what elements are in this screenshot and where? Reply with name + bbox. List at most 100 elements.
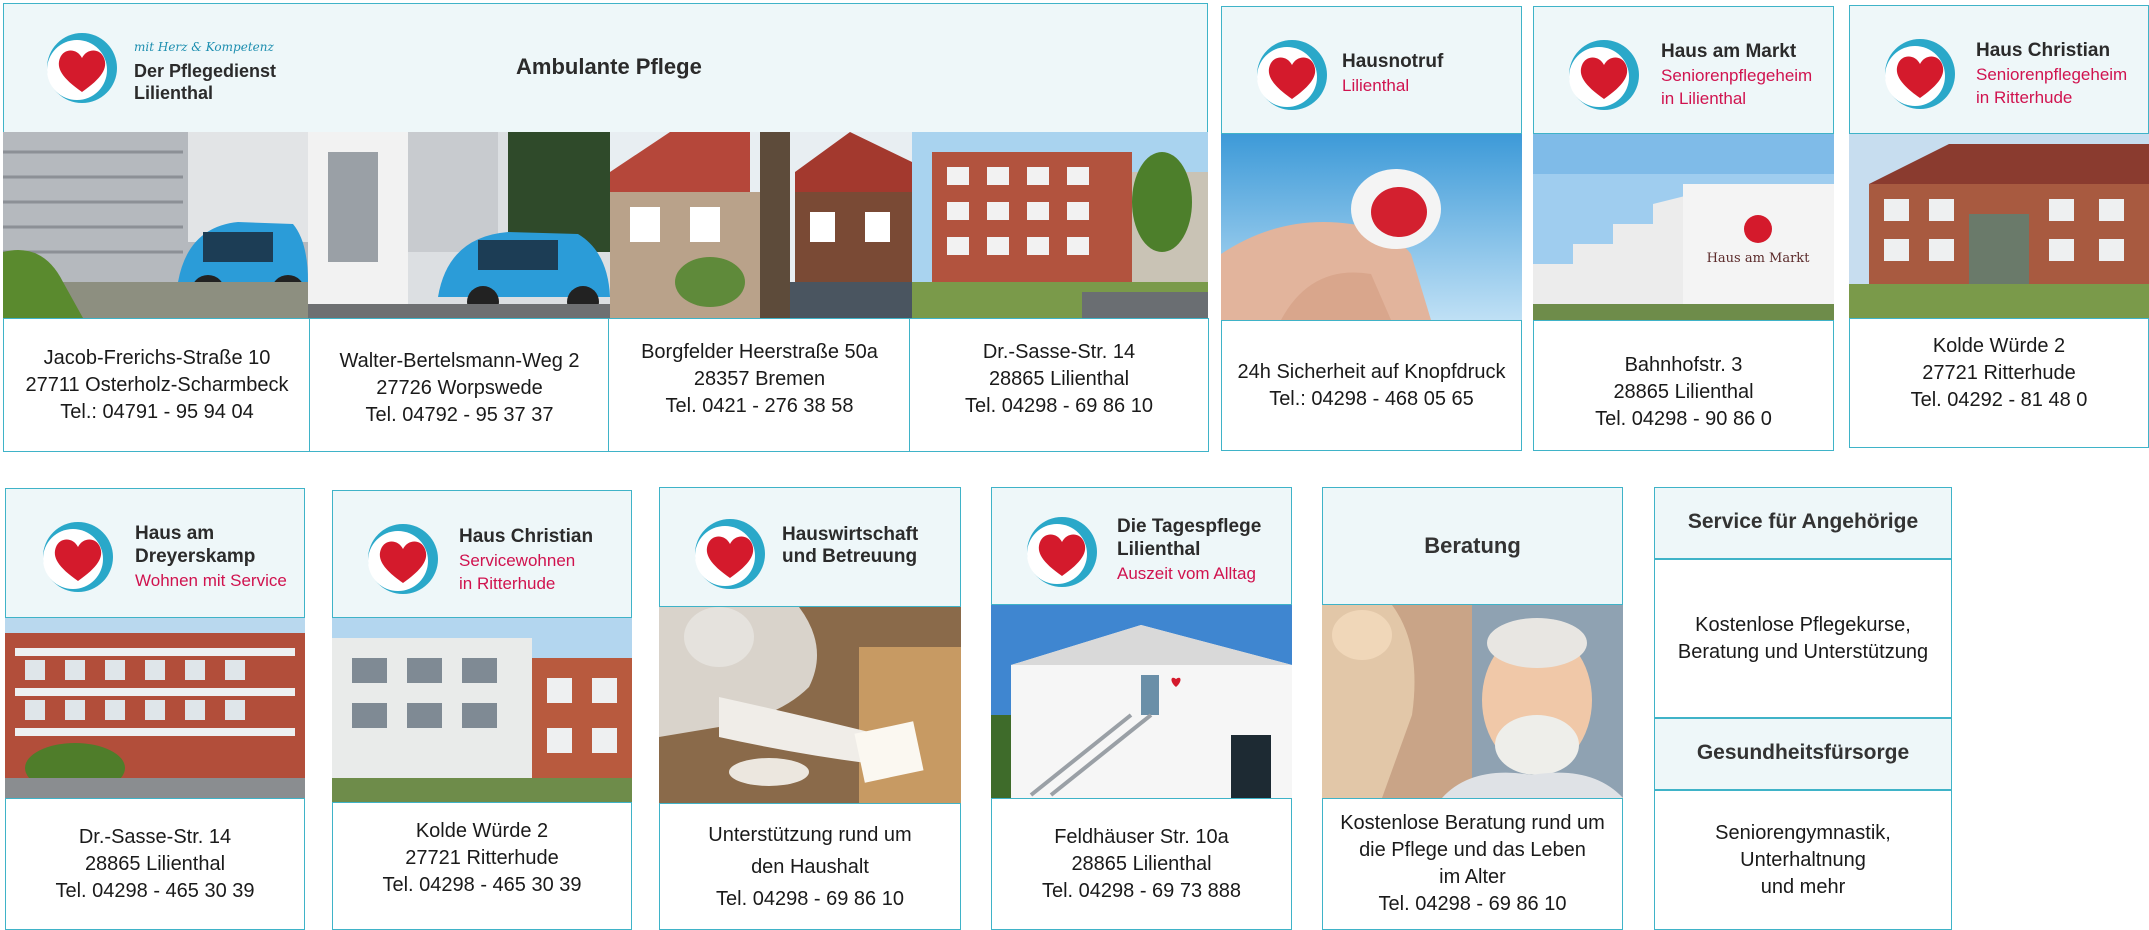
address-street: Kolde Würde 2 [1932, 334, 2066, 357]
heart-logo-icon [695, 519, 765, 589]
info-line: Beratung und Unterstützung [1677, 640, 1929, 663]
photo-dreyerskamp [5, 618, 305, 798]
address-street: Feldhäuser Str. 10a [1054, 825, 1229, 848]
beratung-info: Kostenlose Beratung rund um die Pflege u… [1322, 798, 1623, 930]
slogan: mit Herz & Kompetenz [134, 40, 274, 54]
gesundheit-info: Seniorengymnastik, Unterhaltnung und meh… [1654, 790, 1952, 930]
info-line: Kostenlose Pflegekurse, [1695, 613, 1911, 636]
building-sign: Haus am Markt [1707, 251, 1811, 266]
address-city: 28865 Lilienthal [988, 367, 1130, 390]
hausnotruf-header: Hausnotruf Lilienthal [1221, 6, 1522, 134]
address-phone: Tel. 04792 - 95 37 37 [365, 403, 554, 426]
address-street: Walter-Bertelsmann-Weg 2 [339, 349, 580, 372]
address-phone: Tel. 04298 - 69 86 10 [965, 394, 1153, 417]
address-phone: Tel. 04292 - 81 48 0 [1910, 388, 2088, 411]
card-title: Haus Christian [1976, 40, 2111, 61]
card-title-line1: Haus am [135, 523, 215, 544]
info-phone: Tel.: 04298 - 468 05 65 [1269, 387, 1474, 410]
info-phone: Tel. 04298 - 69 86 10 [1378, 893, 1567, 915]
address-street: Dr.-Sasse-Str. 14 [982, 340, 1136, 363]
address-bremen: Borgfelder Heerstraße 50a 28357 Bremen T… [608, 318, 911, 452]
heart-logo-icon [1569, 40, 1639, 110]
address-phone: Tel. 04298 - 69 73 888 [1041, 879, 1242, 902]
address-phone: Tel.: 04791 - 95 94 04 [60, 400, 254, 423]
tagespflege-header: Die Tagespflege Lilienthal Auszeit vom A… [991, 487, 1292, 605]
address-street: Dr.-Sasse-Str. 14 [78, 825, 232, 848]
info-line: Kostenlose Beratung rund um [1340, 812, 1605, 834]
card-subtitle-line2: in Ritterhude [1976, 88, 2073, 107]
info-line: im Alter [1439, 866, 1506, 888]
card-title-line2: Dreyerskamp [135, 546, 256, 567]
address-street: Jacob-Frerichs-Straße 10 [43, 346, 271, 369]
heart-logo-icon [47, 33, 117, 103]
haus-christian-header: Haus Christian Seniorenpflegeheim in Rit… [1849, 5, 2149, 134]
card-subtitle-line2: in Ritterhude [459, 574, 556, 593]
provider-name-line1: Der Pflegedienst [134, 61, 277, 81]
address-phone: Tel. 04298 - 465 30 39 [55, 879, 255, 902]
servicewohnen-header: Haus Christian Servicewohnen in Ritterhu… [332, 490, 632, 618]
address-osterholz: Jacob-Frerichs-Straße 10 27711 Osterholz… [3, 318, 311, 452]
card-title: Haus am Markt [1661, 41, 1797, 62]
card-subtitle-line1: Seniorenpflegeheim [1661, 66, 1813, 85]
info-line: und mehr [1760, 875, 1846, 898]
photo-hauswirtschaft [659, 607, 961, 803]
info-line: die Pflege und das Leben [1359, 839, 1586, 861]
address-city: 27721 Ritterhude [1922, 361, 2076, 384]
card-subtitle: Wohnen mit Service [135, 571, 287, 590]
address-city: 27721 Ritterhude [405, 846, 559, 869]
address-lilienthal: Dr.-Sasse-Str. 14 28865 Lilienthal Tel. … [909, 318, 1209, 452]
address-city: 28865 Lilienthal [84, 852, 226, 875]
tagespflege-address: Feldhäuser Str. 10a 28865 Lilienthal Tel… [991, 798, 1292, 930]
address-city: 27726 Worpswede [376, 376, 543, 399]
hausnotruf-info: 24h Sicherheit auf Knopfdruck Tel.: 0429… [1221, 320, 1522, 451]
card-title: Haus Christian [459, 526, 594, 547]
card-title-line2: Lilienthal [1117, 539, 1201, 560]
hauswirtschaft-header: Hauswirtschaft und Betreuung [659, 487, 961, 607]
photo-emergency-button [1221, 134, 1522, 320]
address-phone: Tel. 04298 - 90 86 0 [1595, 408, 1772, 430]
heart-logo-icon [1027, 517, 1097, 587]
haus-christian-address: Kolde Würde 2 27721 Ritterhude Tel. 0429… [1849, 318, 2149, 448]
address-worpswede: Walter-Bertelsmann-Weg 2 27726 Worpswede… [309, 318, 610, 452]
card-subtitle: Auszeit vom Alltag [1117, 564, 1256, 583]
angehoerige-info: Kostenlose Pflegekurse, Beratung und Unt… [1654, 559, 1952, 718]
info-line: 24h Sicherheit auf Knopfdruck [1237, 360, 1506, 383]
card-title-line1: Hauswirtschaft [782, 524, 919, 545]
info-line: den Haushalt [751, 855, 869, 878]
card-subtitle-line2: in Lilienthal [1661, 89, 1747, 108]
servicewohnen-address: Kolde Würde 2 27721 Ritterhude Tel. 0429… [332, 802, 632, 930]
provider-name-line2: Lilienthal [134, 83, 214, 103]
address-phone: Tel. 0421 - 276 38 58 [665, 394, 854, 417]
dreyerskamp-address: Dr.-Sasse-Str. 14 28865 Lilienthal Tel. … [5, 798, 305, 930]
gesundheit-header: Gesundheitsfürsorge [1654, 718, 1952, 790]
info-line: Unterstützung rund um [708, 823, 912, 846]
card-title: Service für Angehörige [1687, 510, 1919, 533]
card-title: Gesundheitsfürsorge [1696, 741, 1910, 764]
info-line: Seniorengymnastik, [1715, 821, 1891, 844]
card-subtitle-line1: Seniorenpflegeheim [1976, 65, 2128, 84]
address-street: Borgfelder Heerstraße 50a [641, 340, 878, 363]
card-title-line2: und Betreuung [782, 546, 918, 567]
card-subtitle: Lilienthal [1342, 76, 1410, 95]
photo-car-osterholz [3, 132, 308, 318]
info-line: Unterhaltnung [1740, 848, 1866, 871]
photo-servicewohnen [332, 618, 632, 802]
photo-bremen-houses [610, 132, 912, 318]
card-title-line1: Die Tagespflege [1117, 516, 1262, 537]
address-street: Bahnhofstr. 3 [1624, 354, 1743, 376]
photo-haus-am-markt: Haus am Markt [1533, 134, 1834, 320]
address-street: Kolde Würde 2 [415, 819, 549, 842]
pflegedienst-header: mit Herz & Kompetenz Der Pflegedienst Li… [3, 3, 1208, 133]
heart-logo-icon [1257, 40, 1327, 110]
angehoerige-header: Service für Angehörige [1654, 487, 1952, 559]
heart-logo-icon [368, 524, 438, 594]
card-subtitle-line1: Servicewohnen [459, 551, 576, 570]
address-city: 28865 Lilienthal [1071, 852, 1212, 875]
haus-am-markt-address: Bahnhofstr. 3 28865 Lilienthal Tel. 0429… [1533, 320, 1834, 451]
address-city: 28865 Lilienthal [1613, 381, 1754, 403]
heart-logo-icon [1885, 39, 1955, 109]
photo-car-worpswede [308, 132, 610, 318]
haus-am-markt-header: Haus am Markt Seniorenpflegeheim in Lili… [1533, 6, 1834, 134]
heart-logo-icon [43, 522, 113, 592]
address-city: 27711 Osterholz-Scharmbeck [25, 373, 289, 396]
